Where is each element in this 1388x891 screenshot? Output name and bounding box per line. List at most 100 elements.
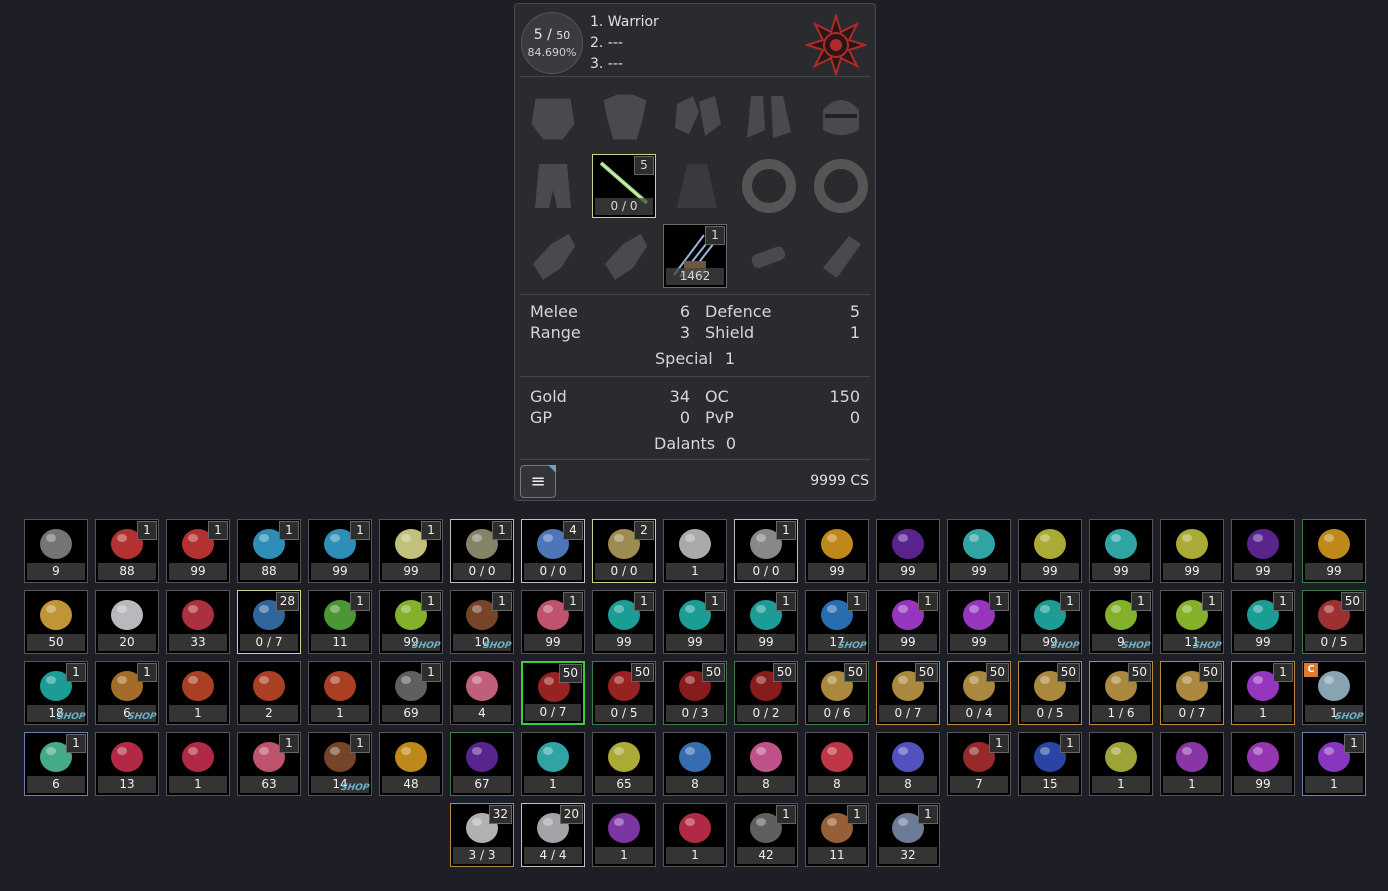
shield-slot[interactable]: [809, 224, 873, 288]
inventory-slot[interactable]: 1 6 SHOP: [95, 661, 159, 725]
inventory-slot[interactable]: 1 9 SHOP: [1089, 590, 1153, 654]
inventory-slot[interactable]: 50 0 / 5: [592, 661, 656, 725]
inventory-slot[interactable]: 11: [1231, 661, 1295, 725]
ring-left-slot[interactable]: [737, 154, 801, 218]
weapon-slot[interactable]: 5 0 / 0: [592, 154, 656, 218]
inventory-slot[interactable]: 33: [166, 590, 230, 654]
inventory-slot[interactable]: 1 99: [947, 590, 1011, 654]
inventory-slot[interactable]: 11: [1302, 732, 1366, 796]
inventory-slot[interactable]: 1 99: [166, 519, 230, 583]
inventory-slot[interactable]: 28 0 / 7: [237, 590, 301, 654]
inventory-slot[interactable]: 1 32: [876, 803, 940, 867]
inventory-slot[interactable]: 99: [1160, 519, 1224, 583]
purple-gem-icon: [455, 737, 509, 777]
inventory-slot[interactable]: 1 99: [521, 590, 585, 654]
inventory-slot[interactable]: 1 99: [734, 590, 798, 654]
inventory-slot[interactable]: 99: [1231, 519, 1295, 583]
inventory-slot[interactable]: 1 15: [1018, 732, 1082, 796]
inventory-slot[interactable]: 65: [592, 732, 656, 796]
inventory-slot[interactable]: 8: [876, 732, 940, 796]
inventory-slot[interactable]: 50: [24, 590, 88, 654]
inventory-slot[interactable]: 50 1 / 6: [1089, 661, 1153, 725]
inventory-slot[interactable]: 1 99: [1231, 590, 1295, 654]
inventory-slot[interactable]: 2 0 / 0: [592, 519, 656, 583]
inventory-slot[interactable]: 1 99: [592, 590, 656, 654]
inventory-slot[interactable]: 50 0 / 7: [521, 661, 585, 725]
inventory-slot[interactable]: 99: [876, 519, 940, 583]
inventory-slot[interactable]: 99: [947, 519, 1011, 583]
inventory-slot[interactable]: 1 69: [379, 661, 443, 725]
lower-armor-slot[interactable]: [521, 154, 585, 218]
inventory-slot[interactable]: 4 0 / 0: [521, 519, 585, 583]
inventory-slot[interactable]: 2: [237, 661, 301, 725]
inventory-slot[interactable]: 1 63: [237, 732, 301, 796]
inventory-slot[interactable]: 13: [95, 732, 159, 796]
amulet-right-slot[interactable]: [593, 224, 657, 288]
inventory-slot[interactable]: 1: [592, 803, 656, 867]
inventory-slot[interactable]: 1 88: [237, 519, 301, 583]
inventory-slot[interactable]: 1 99 SHOP: [1018, 590, 1082, 654]
menu-button[interactable]: ≡: [520, 465, 556, 498]
inventory-slot[interactable]: 67: [450, 732, 514, 796]
inventory-slot[interactable]: 1 11: [308, 590, 372, 654]
inventory-slot[interactable]: 1 14 SHOP: [308, 732, 372, 796]
inventory-slot[interactable]: C 1 SHOP: [1302, 661, 1366, 725]
inventory-slot[interactable]: 50 0 / 7: [1160, 661, 1224, 725]
boots-slot[interactable]: [737, 84, 801, 148]
inventory-slot[interactable]: 99: [805, 519, 869, 583]
inventory-slot[interactable]: 1: [166, 732, 230, 796]
inventory-slot[interactable]: 1 99: [663, 590, 727, 654]
inventory-slot[interactable]: 17: [947, 732, 1011, 796]
inventory-slot[interactable]: 1: [308, 661, 372, 725]
inventory-slot[interactable]: 99: [1231, 732, 1295, 796]
inventory-slot[interactable]: 1 99: [379, 519, 443, 583]
amulet-left-slot[interactable]: [521, 224, 585, 288]
inventory-slot[interactable]: 1: [521, 732, 585, 796]
inventory-slot[interactable]: 50 0 / 7: [876, 661, 940, 725]
inventory-slot[interactable]: 16: [24, 732, 88, 796]
inventory-slot[interactable]: 1: [663, 519, 727, 583]
inventory-slot[interactable]: 20 4 / 4: [521, 803, 585, 867]
inventory-slot[interactable]: 1 10 SHOP: [450, 590, 514, 654]
inventory-slot[interactable]: 1 99: [308, 519, 372, 583]
inventory-slot[interactable]: 8: [805, 732, 869, 796]
inventory-slot[interactable]: 99: [1302, 519, 1366, 583]
cloak-slot[interactable]: [665, 154, 729, 218]
inventory-slot[interactable]: 20: [95, 590, 159, 654]
inventory-slot[interactable]: 1 99 SHOP: [379, 590, 443, 654]
inventory-slot[interactable]: 1 18 SHOP: [24, 661, 88, 725]
inventory-slot[interactable]: 1: [166, 661, 230, 725]
inventory-slot[interactable]: 32 3 / 3: [450, 803, 514, 867]
inventory-slot[interactable]: 9: [24, 519, 88, 583]
inventory-slot[interactable]: 1 0 / 0: [450, 519, 514, 583]
inventory-slot[interactable]: 1 99: [876, 590, 940, 654]
inventory-slot[interactable]: 1 11: [805, 803, 869, 867]
inventory-slot[interactable]: 1: [663, 803, 727, 867]
inventory-slot[interactable]: 50 0 / 6: [805, 661, 869, 725]
inventory-slot[interactable]: 8: [663, 732, 727, 796]
inventory-slot[interactable]: 99: [1089, 519, 1153, 583]
inventory-slot[interactable]: 1 17 SHOP: [805, 590, 869, 654]
inventory-slot[interactable]: 1: [1089, 732, 1153, 796]
inventory-slot[interactable]: 8: [734, 732, 798, 796]
inventory-slot[interactable]: 50 0 / 4: [947, 661, 1011, 725]
inventory-slot[interactable]: 1 0 / 0: [734, 519, 798, 583]
head-slot[interactable]: [809, 84, 873, 148]
inventory-slot[interactable]: 1 88: [95, 519, 159, 583]
inventory-slot[interactable]: 4: [450, 661, 514, 725]
inventory-slot[interactable]: 50 0 / 5: [1018, 661, 1082, 725]
gloves-slot[interactable]: [665, 84, 729, 148]
upper-armor-slot[interactable]: [593, 84, 657, 148]
inventory-slot[interactable]: 1: [1160, 732, 1224, 796]
ammo-slot[interactable]: 1 1462: [663, 224, 727, 288]
helmet-slot[interactable]: [521, 84, 585, 148]
inventory-slot[interactable]: 50 0 / 3: [663, 661, 727, 725]
inventory-slot[interactable]: 48: [379, 732, 443, 796]
ring-right-slot[interactable]: [809, 154, 873, 218]
inventory-slot[interactable]: 50 0 / 5: [1302, 590, 1366, 654]
inventory-slot[interactable]: 1 11 SHOP: [1160, 590, 1224, 654]
inventory-slot[interactable]: 1 42: [734, 803, 798, 867]
inventory-slot[interactable]: 50 0 / 2: [734, 661, 798, 725]
bullet-slot[interactable]: [737, 224, 801, 288]
inventory-slot[interactable]: 99: [1018, 519, 1082, 583]
